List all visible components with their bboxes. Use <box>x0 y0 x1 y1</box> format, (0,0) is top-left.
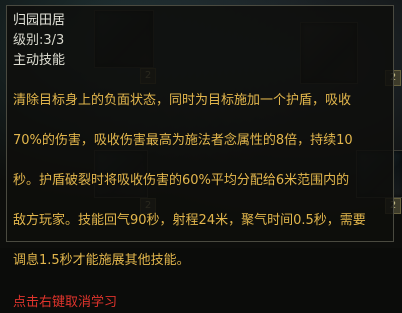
skill-type: 主动技能 <box>13 53 66 68</box>
skill-description-line: 秒。护盾破裂时将吸收伤害的60%平均分配给6米范围内的 <box>13 173 350 188</box>
skill-level: 级别:3/3 <box>13 33 65 48</box>
skill-description-line: 敌方玩家。技能回气90秒，射程24米，聚气时间0.5秒，需要 <box>13 213 366 228</box>
skill-description-line: 70%的伤害，吸收伤害最高为施法者念属性的8倍，持续10 <box>13 133 353 148</box>
skill-name: 归园田居 <box>13 13 66 28</box>
skill-description-line: 调息1.5秒才能施展其他技能。 <box>13 253 190 268</box>
skill-description-line: 清除目标身上的负面状态，同时为目标施加一个护盾，吸收 <box>13 93 352 108</box>
skill-description: 清除目标身上的负面状态，同时为目标施加一个护盾，吸收 70%的伤害，吸收伤害最高… <box>13 71 388 291</box>
cancel-learn-hint: 点击右键取消学习 <box>13 295 118 310</box>
skill-tooltip: 归园田居 级别:3/3 主动技能 清除目标身上的负面状态，同时为目标施加一个护盾… <box>6 5 394 310</box>
